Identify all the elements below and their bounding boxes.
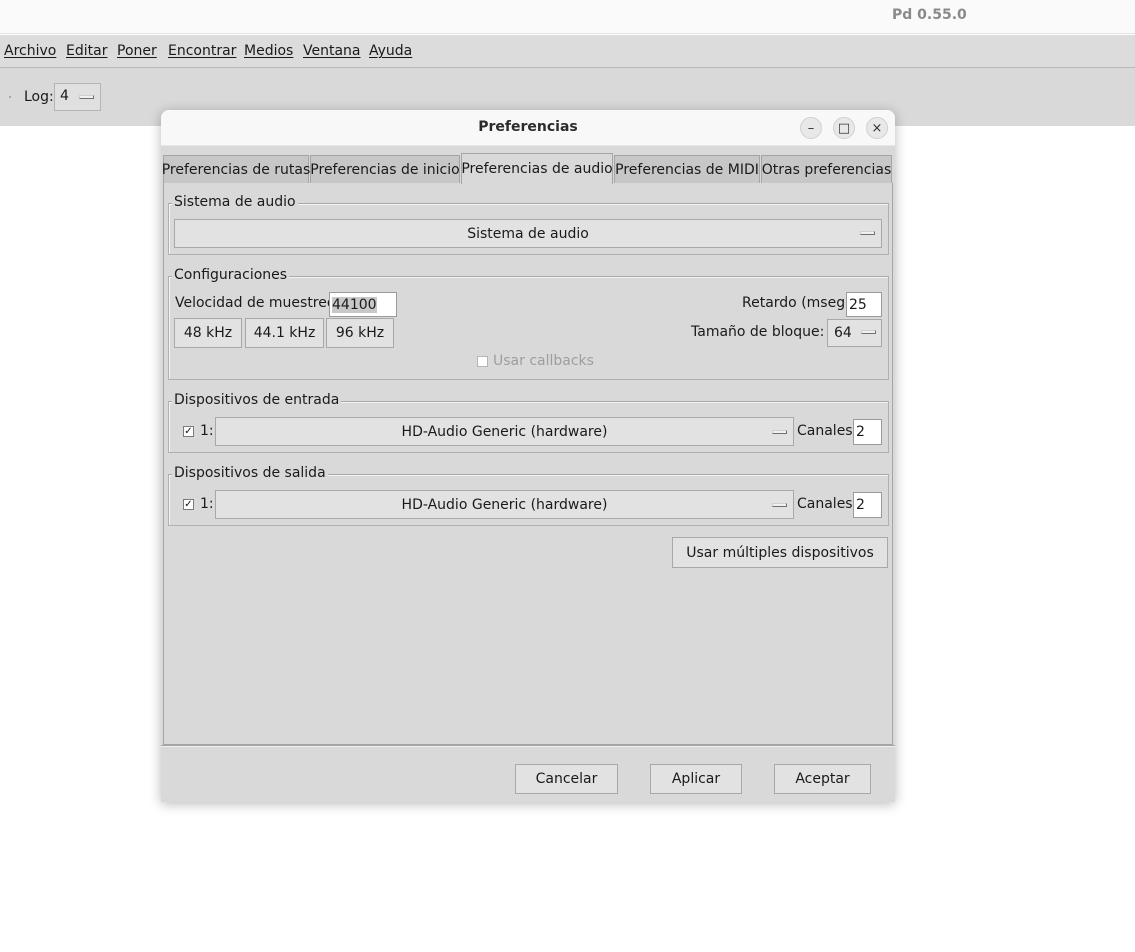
tab-inicio[interactable]: Preferencias de inicio	[310, 155, 460, 183]
menu-encontrar[interactable]: Encontrar	[168, 43, 236, 59]
rate-44khz-button[interactable]: 44.1 kHz	[245, 318, 324, 348]
delay-input[interactable]: 25	[846, 292, 882, 317]
tab-midi[interactable]: Preferencias de MIDI	[614, 155, 760, 183]
log-level-select[interactable]: 4	[54, 83, 101, 111]
callbacks-label: Usar callbacks	[493, 353, 594, 369]
log-label: Log:	[24, 89, 54, 105]
sample-rate-input[interactable]: 44100	[329, 292, 397, 317]
menubar: Archivo Editar Poner Encontrar Medios Ve…	[0, 35, 1135, 68]
input-device-name: HD-Audio Generic (hardware)	[401, 423, 608, 440]
output-device-checkbox[interactable]: ✓	[183, 499, 194, 510]
accept-button[interactable]: Aceptar	[774, 764, 871, 794]
audio-system-select-value: Sistema de audio	[467, 225, 589, 242]
input-device-select[interactable]: HD-Audio Generic (hardware)	[215, 417, 794, 446]
preferences-dialog: Preferencias – □ × Preferencias de rutas…	[161, 110, 895, 802]
log-level-value: 4	[60, 88, 69, 104]
app-title: Pd 0.55.0	[892, 7, 967, 23]
dropdown-indicator-icon	[79, 95, 94, 99]
menu-medios[interactable]: Medios	[244, 43, 293, 59]
output-channels-label: Canales:	[797, 496, 858, 512]
tab-otras[interactable]: Otras preferencias	[761, 155, 892, 183]
main-titlebar: Pd 0.55.0	[0, 0, 1135, 34]
block-size-value: 64	[834, 325, 852, 341]
menu-editar[interactable]: Editar	[66, 43, 107, 59]
dropdown-indicator-icon	[861, 330, 876, 334]
dropdown-indicator-icon	[772, 430, 787, 434]
dialog-title: Preferencias	[478, 119, 578, 135]
audio-system-group-label: Sistema de audio	[172, 194, 298, 210]
input-device-index: 1:	[200, 423, 214, 439]
tab-audio[interactable]: Preferencias de audio	[461, 153, 613, 184]
menu-ventana[interactable]: Ventana	[303, 43, 361, 59]
delay-label: Retardo (mseg):	[742, 295, 856, 311]
input-channels-label: Canales:	[797, 423, 858, 439]
rate-96khz-button[interactable]: 96 kHz	[326, 318, 394, 348]
rate-48khz-button[interactable]: 48 kHz	[174, 318, 242, 348]
dropdown-indicator-icon	[772, 503, 787, 507]
dropdown-indicator-icon	[860, 231, 875, 235]
tab-rutas[interactable]: Preferencias de rutas	[162, 155, 310, 183]
block-size-label: Tamaño de bloque:	[691, 324, 825, 340]
settings-group-label: Configuraciones	[172, 267, 290, 283]
callbacks-checkbox[interactable]	[477, 356, 488, 367]
output-device-select[interactable]: HD-Audio Generic (hardware)	[215, 490, 794, 519]
maximize-icon[interactable]: □	[833, 117, 855, 139]
sample-rate-value: 44100	[332, 296, 377, 313]
audio-system-select[interactable]: Sistema de audio	[174, 219, 882, 248]
input-devices-group-label: Dispositivos de entrada	[172, 392, 342, 408]
output-device-name: HD-Audio Generic (hardware)	[401, 496, 608, 513]
output-devices-group-label: Dispositivos de salida	[172, 465, 328, 481]
menu-ayuda[interactable]: Ayuda	[369, 43, 412, 59]
menu-archivo[interactable]: Archivo	[4, 43, 56, 59]
dsp-indicator	[9, 96, 11, 98]
close-icon[interactable]: ×	[866, 117, 888, 139]
input-device-checkbox[interactable]: ✓	[183, 426, 194, 437]
output-device-index: 1:	[200, 496, 214, 512]
sample-rate-label: Velocidad de muestreo:	[175, 295, 341, 311]
multiple-devices-button[interactable]: Usar múltiples dispositivos	[672, 537, 888, 568]
dialog-titlebar[interactable]: Preferencias – □ ×	[161, 110, 895, 146]
minimize-icon[interactable]: –	[800, 117, 822, 139]
apply-button[interactable]: Aplicar	[650, 764, 742, 794]
output-channels-input[interactable]: 2	[853, 492, 882, 518]
cancel-button[interactable]: Cancelar	[515, 764, 618, 794]
input-channels-input[interactable]: 2	[853, 419, 882, 445]
menu-poner[interactable]: Poner	[117, 43, 157, 59]
